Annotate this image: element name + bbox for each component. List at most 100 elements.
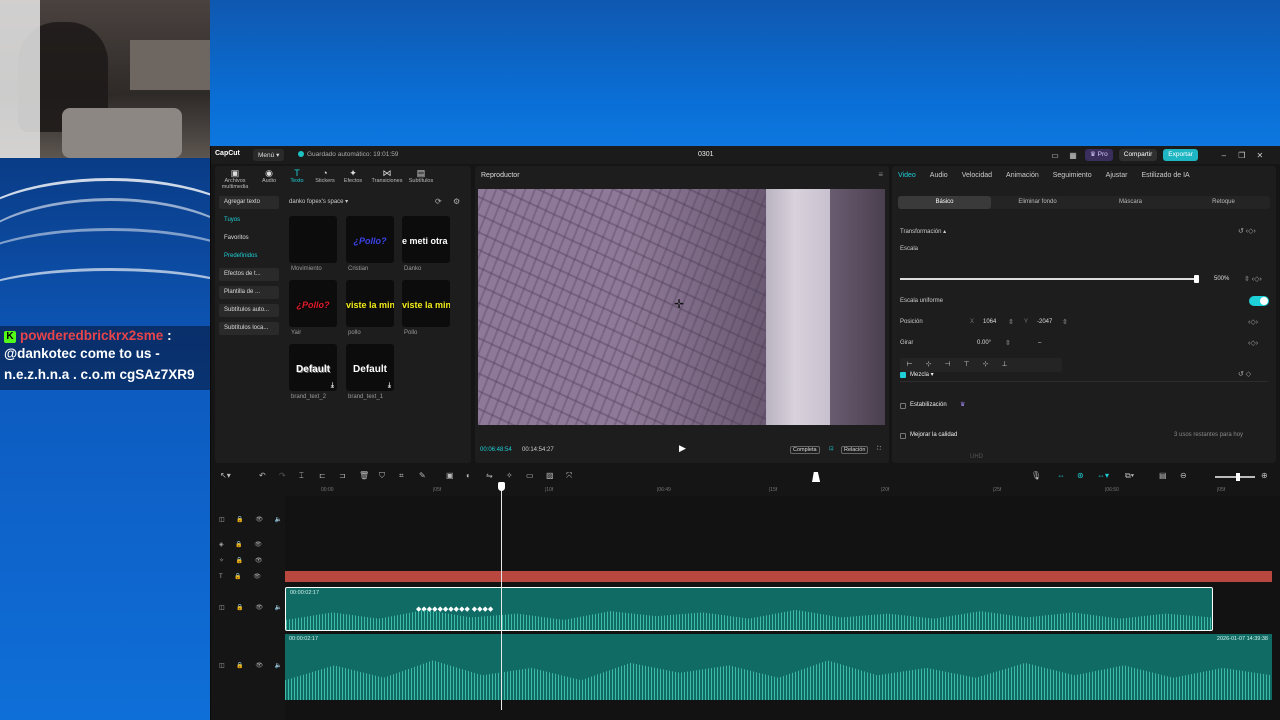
align-bottom-icon[interactable]: ⊥	[995, 358, 1014, 372]
inspector-tab[interactable]: Velocidad	[962, 172, 992, 179]
mic-icon[interactable]: 🎙	[1031, 471, 1041, 480]
effect-clip[interactable]	[285, 571, 1272, 582]
media-tool-4[interactable]: ✦ Efectos	[339, 166, 367, 188]
text-template-thumb[interactable]: ¿Pollo?	[346, 216, 394, 263]
scale-slider-thumb[interactable]	[1194, 275, 1199, 283]
blend-header[interactable]: Mezcla ▾	[910, 371, 934, 378]
media-tool-5[interactable]: ⋈ Transiciones	[367, 166, 407, 188]
refresh-icon[interactable]: ⟳	[435, 197, 450, 206]
delete-icon[interactable]: 🗑	[359, 471, 369, 480]
fullscreen-icon[interactable]: ⛶	[875, 446, 883, 453]
ai-tool-icon[interactable]: ✎	[419, 471, 426, 480]
transform-header[interactable]: Transformación ▴	[900, 228, 946, 235]
ratio-button[interactable]: Relación	[841, 446, 869, 454]
full-quality-button[interactable]: Completa	[790, 446, 820, 454]
inspector-tab[interactable]: Ajustar	[1106, 172, 1128, 179]
inspector-subtab[interactable]: Eliminar fondo	[991, 196, 1084, 209]
quality-label[interactable]: Mejorar la calidad	[910, 432, 957, 438]
split-icon[interactable]: ⌶	[299, 471, 304, 481]
magic-icon[interactable]: ✧	[506, 471, 513, 480]
text-template-thumb[interactable]: Default ⤓	[289, 344, 337, 391]
media-tool-6[interactable]: ▤ Subtítulos	[407, 166, 435, 188]
screen-icon[interactable]: ▭	[526, 471, 534, 480]
inspector-subtab[interactable]: Retoque	[1177, 196, 1270, 209]
redo-icon[interactable]: ↷	[279, 471, 286, 480]
uniform-scale-toggle[interactable]	[1249, 296, 1269, 306]
linkage-icon[interactable]: ⇔▾	[1097, 471, 1109, 480]
close-icon[interactable]: ✕	[1254, 151, 1266, 160]
inspector-subtab[interactable]: Básico	[898, 196, 991, 209]
text-template-thumb[interactable]: e meti otra v	[402, 216, 450, 263]
reset-keyframe-icon[interactable]: ↺ ‹◇›	[1238, 227, 1256, 235]
main-video-clip[interactable]: 00:00:02:17 2026-01-07 14:39:38	[285, 634, 1272, 700]
keyframe-icon[interactable]: ‹◇›	[1248, 339, 1258, 347]
crop-tool-icon[interactable]: ⌗	[399, 471, 404, 481]
category-item[interactable]: Predefinidos	[219, 250, 279, 263]
inspector-subtab[interactable]: Máscara	[1084, 196, 1177, 209]
playhead-handle[interactable]	[498, 482, 505, 491]
mirror-icon[interactable]: ⇋	[486, 471, 493, 480]
stabilize-checkbox[interactable]	[900, 403, 906, 409]
settings-icon[interactable]: ⚙	[453, 197, 468, 206]
quality-checkbox[interactable]	[900, 433, 906, 439]
video-clip-selected[interactable]: 00:00:02:17 ◆◆◆◆◆◆◆◆◆◆ ◆◆◆◆	[285, 587, 1213, 631]
category-item[interactable]: Tuyos	[219, 214, 279, 227]
stepper-icon[interactable]: ⇳	[1005, 339, 1011, 347]
category-item[interactable]: Efectos de t...	[219, 268, 279, 281]
category-item[interactable]: Agregar texto	[219, 196, 279, 209]
stepper-icon[interactable]: ⇳	[1062, 318, 1068, 326]
reverse-icon[interactable]: ◐	[466, 471, 471, 480]
text-template-thumb[interactable]	[289, 216, 337, 263]
align-middle-icon[interactable]: ⊹	[976, 358, 995, 372]
scale-value[interactable]: 500%	[1214, 276, 1229, 282]
text-template-thumb[interactable]: Default ⤓	[346, 344, 394, 391]
shortcuts-icon[interactable]: ▦	[1067, 151, 1079, 160]
stabilize-label[interactable]: Estabilización	[910, 402, 947, 408]
align-left-icon[interactable]: ⊢	[900, 358, 919, 372]
media-tool-2[interactable]: T Texto	[283, 166, 311, 188]
zoom-out-icon[interactable]: ⊖	[1180, 471, 1187, 480]
quality-option[interactable]: UHD	[970, 454, 983, 460]
category-item[interactable]: Subtítulos loca...	[219, 322, 279, 335]
freeze-icon[interactable]: ▣	[446, 471, 454, 480]
stepper-icon[interactable]: ⇳ ‹◇›	[1244, 275, 1262, 283]
position-y-input[interactable]: -2047	[1037, 319, 1052, 325]
media-tool-0[interactable]: ▣ Archivos multimedia	[215, 166, 255, 190]
preview-axis-icon[interactable]: ⧉▾	[1125, 471, 1134, 481]
space-selector[interactable]: danko fopex's space ▾	[289, 198, 348, 205]
category-item[interactable]: Subtítulos auto...	[219, 304, 279, 317]
play-icon[interactable]: ▶	[679, 443, 686, 454]
timeline-ruler[interactable]: 00:00 |05f |10f |06:49 |15f |20f |25f |06:50 |05…	[285, 486, 1280, 496]
snap-icon[interactable]: ⊛	[1077, 471, 1084, 480]
text-template-thumb[interactable]: viste la miniat	[346, 280, 394, 327]
blend-checkbox[interactable]	[900, 372, 906, 378]
caption-icon[interactable]: ▤	[1159, 471, 1167, 480]
zoom-in-icon[interactable]: ⊕	[1261, 471, 1268, 480]
reset-keyframe-icon[interactable]: ↺ ◇	[1238, 370, 1251, 378]
select-tool-icon[interactable]: ↖▾	[220, 471, 231, 480]
crop-icon[interactable]: ⊡	[827, 446, 836, 452]
maximize-icon[interactable]: ❐	[1236, 151, 1248, 160]
rotate-input[interactable]: 0.00°	[977, 340, 991, 346]
scale-slider[interactable]	[900, 278, 1198, 280]
layout-icon[interactable]: ▭	[1049, 151, 1061, 160]
image-icon[interactable]: ▨	[546, 471, 554, 480]
keyframe-icon[interactable]: ‹◇›	[1248, 318, 1258, 326]
inspector-tab[interactable]: Seguimiento	[1053, 172, 1092, 179]
inspector-tab[interactable]: Animación	[1006, 172, 1039, 179]
player-menu-icon[interactable]: ≡	[878, 170, 883, 179]
align-top-icon[interactable]: ⊤	[957, 358, 976, 372]
zoom-slider-thumb[interactable]	[1236, 473, 1240, 481]
expand-icon[interactable]: ⤧	[566, 471, 572, 481]
split-right-icon[interactable]: ⊐	[339, 471, 346, 480]
zoom-slider[interactable]	[1215, 476, 1255, 478]
split-left-icon[interactable]: ⊏	[319, 471, 326, 480]
inspector-tab[interactable]: Estilizado de IA	[1141, 172, 1189, 179]
rotate-dash[interactable]: –	[1038, 340, 1041, 346]
align-right-icon[interactable]: ⊣	[938, 358, 957, 372]
track-header-title[interactable]: T 🔒 👁	[219, 573, 266, 580]
inspector-tab[interactable]: Audio	[930, 172, 948, 179]
text-template-thumb[interactable]: viste la miniat	[402, 280, 450, 327]
menu-button[interactable]: Menú ▾	[253, 149, 285, 161]
export-button[interactable]: Exportar	[1163, 149, 1198, 161]
